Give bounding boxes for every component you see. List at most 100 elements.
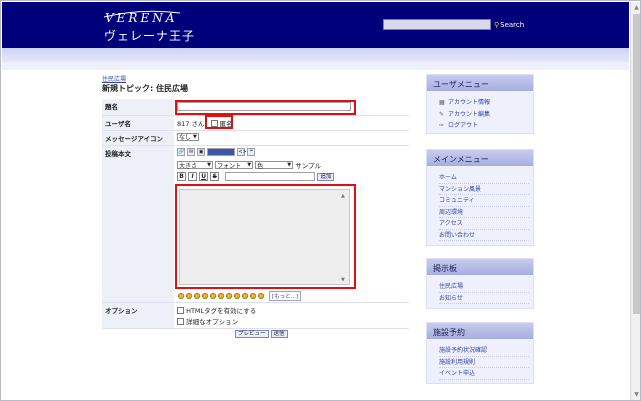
- smiley-icon[interactable]: [250, 293, 256, 299]
- smiley-icon[interactable]: [218, 293, 224, 299]
- message-icon-label: メッセージアイコン: [102, 130, 174, 146]
- size-select-value: 大きさ: [179, 162, 198, 170]
- bold-button[interactable]: B: [177, 172, 186, 181]
- smiley-icon[interactable]: [258, 293, 264, 299]
- insert-text-input[interactable]: [225, 171, 316, 181]
- username-value: 817 さん: [177, 119, 205, 128]
- facility-item-reservation-status[interactable]: 施設予約状況確認: [439, 345, 529, 357]
- format-selects: 大きさ ▼ フォント ▼ 色 ▼ サンプル: [177, 160, 406, 170]
- main-menu-item-community[interactable]: コミュニティ: [439, 195, 529, 207]
- html-option-row: HTMLタグを有効にする: [177, 305, 406, 315]
- italic-button[interactable]: I: [188, 172, 198, 181]
- main-menu-item-environment[interactable]: 周辺環境: [439, 207, 529, 218]
- main-menu-item-scenery[interactable]: マンション風景: [439, 184, 529, 195]
- options-label: オプション: [102, 302, 174, 329]
- breadcrumb[interactable]: 住民広場: [102, 74, 126, 83]
- search-button-label: Search: [500, 20, 525, 29]
- underline-button[interactable]: U: [199, 172, 209, 181]
- main-menu-item-contact[interactable]: お問い合わせ: [439, 230, 529, 241]
- main-menu-item-home[interactable]: ホーム: [439, 172, 529, 184]
- message-icon-select[interactable]: なし ▼: [177, 132, 199, 141]
- subject-label: 題名: [102, 99, 174, 116]
- chevron-down-icon: ▼: [193, 133, 197, 140]
- strikethrough-button[interactable]: S: [210, 172, 220, 181]
- body-label: 投稿本文: [102, 145, 174, 303]
- user-menu-item-logout[interactable]: ✑ ログアウト: [439, 120, 529, 132]
- color-select-value: 色: [257, 162, 264, 170]
- main-menu-title: メインメニュー: [427, 150, 533, 166]
- user-menu-item-account-edit[interactable]: ✎ アカウント編集: [439, 109, 529, 121]
- smiley-icon[interactable]: [226, 293, 232, 299]
- add-button[interactable]: 追加: [317, 173, 335, 181]
- smiley-icon[interactable]: [234, 293, 240, 299]
- url-icon[interactable]: 🔗: [177, 147, 185, 156]
- facility-item-event-signup[interactable]: イベント申込: [439, 368, 529, 380]
- main-menu-list: ホーム マンション風景 コミュニティ 周辺環境 アクセス お問い合わせ: [427, 166, 533, 247]
- sample-label: サンプル: [295, 161, 322, 170]
- account-info-icon: ▦: [439, 99, 445, 106]
- smiley-icon[interactable]: [178, 293, 184, 299]
- board-list: 住民広場 お知らせ: [427, 275, 533, 310]
- detail-option-row: 詳細なオプション: [177, 316, 406, 326]
- user-menu-item-label: アカウント編集: [448, 110, 491, 118]
- highlight-anonymous: [205, 115, 233, 129]
- text-style-toolbar: B I U S 追加: [177, 171, 406, 184]
- email-icon[interactable]: ✉: [187, 147, 196, 156]
- search-input[interactable]: [383, 19, 491, 30]
- site-logo[interactable]: VERENA: [105, 11, 177, 25]
- smiley-icon[interactable]: [202, 293, 208, 299]
- user-menu-item-label: アカウント情報: [448, 99, 491, 106]
- main-menu-item-access[interactable]: アクセス: [439, 218, 529, 230]
- search-button[interactable]: ⚲ Search: [494, 19, 524, 30]
- editor-toolbar: 🔗 ✉ ▣ <> ❝: [177, 147, 406, 159]
- username-label: ユーザ名: [102, 115, 174, 131]
- board-item-news[interactable]: お知らせ: [439, 293, 529, 304]
- font-select-value: フォント: [217, 162, 242, 170]
- site-logo-japanese[interactable]: ヴェレーナ王子: [104, 27, 195, 44]
- smiley-icon[interactable]: [194, 293, 200, 299]
- facility-title: 施設予約: [427, 323, 533, 339]
- preview-button[interactable]: プレビュー: [235, 330, 269, 338]
- message-icon-select-value: なし: [179, 134, 192, 141]
- chevron-down-icon: ▼: [287, 162, 292, 168]
- detail-option-label: 詳細なオプション: [186, 317, 239, 326]
- quote-icon[interactable]: ❝: [247, 147, 256, 156]
- smiley-icon[interactable]: [186, 293, 192, 299]
- submit-button[interactable]: 送信: [270, 330, 288, 338]
- facility-list: 施設予約状況確認 施設利用規則 イベント申込: [427, 339, 533, 386]
- smiley-icon[interactable]: [242, 293, 248, 299]
- font-select[interactable]: フォント ▼: [215, 161, 254, 170]
- scroll-thumb[interactable]: [633, 14, 640, 314]
- board-item-residents-plaza[interactable]: 住民広場: [439, 281, 529, 293]
- highlight-subject: [175, 100, 356, 115]
- submit-row: プレビュー 送信: [235, 330, 288, 338]
- site-header: VERENA ヴェレーナ王子 ⚲ Search: [2, 2, 629, 48]
- chevron-down-icon: ▼: [207, 162, 211, 168]
- page-title: 新規トピック: 住民広場: [102, 84, 188, 93]
- image-icon[interactable]: ▣: [197, 147, 206, 156]
- user-menu-item-label: ログアウト: [448, 122, 479, 129]
- facility-item-rules[interactable]: 施設利用規則: [439, 357, 529, 368]
- account-edit-icon: ✎: [439, 110, 445, 118]
- page-scrollbar[interactable]: ▲ ▼: [630, 2, 640, 400]
- color-select[interactable]: 色 ▼: [255, 161, 294, 170]
- more-smileys-link[interactable]: [もっと...]: [269, 291, 302, 301]
- main-menu-box: メインメニュー ホーム マンション風景 コミュニティ 周辺環境 アクセス お問い…: [426, 149, 534, 246]
- size-select[interactable]: 大きさ ▼: [177, 161, 213, 170]
- highlight-message-body: [175, 184, 356, 289]
- scroll-up-icon[interactable]: ▲: [633, 4, 640, 12]
- scroll-down-icon[interactable]: ▼: [633, 391, 640, 399]
- html-option-checkbox[interactable]: [177, 307, 184, 314]
- user-menu-list: ▦ アカウント情報 ✎ アカウント編集 ✑ ログアウト: [427, 91, 533, 138]
- search-icon: ⚲: [494, 20, 500, 29]
- header-band-lower: [2, 62, 629, 70]
- smiley-bar: [もっと...]: [178, 291, 302, 301]
- smiley-icon[interactable]: [210, 293, 216, 299]
- board-title: 掲示板: [427, 259, 533, 275]
- html-option-label: HTMLタグを有効にする: [186, 306, 257, 315]
- code-icon[interactable]: <>: [237, 147, 247, 156]
- detail-option-checkbox[interactable]: [177, 318, 184, 325]
- image-manager-button[interactable]: [207, 147, 236, 156]
- user-menu-box: ユーザメニュー ▦ アカウント情報 ✎ アカウント編集 ✑ ログアウト: [426, 74, 534, 134]
- user-menu-item-account-info[interactable]: ▦ アカウント情報: [439, 97, 529, 109]
